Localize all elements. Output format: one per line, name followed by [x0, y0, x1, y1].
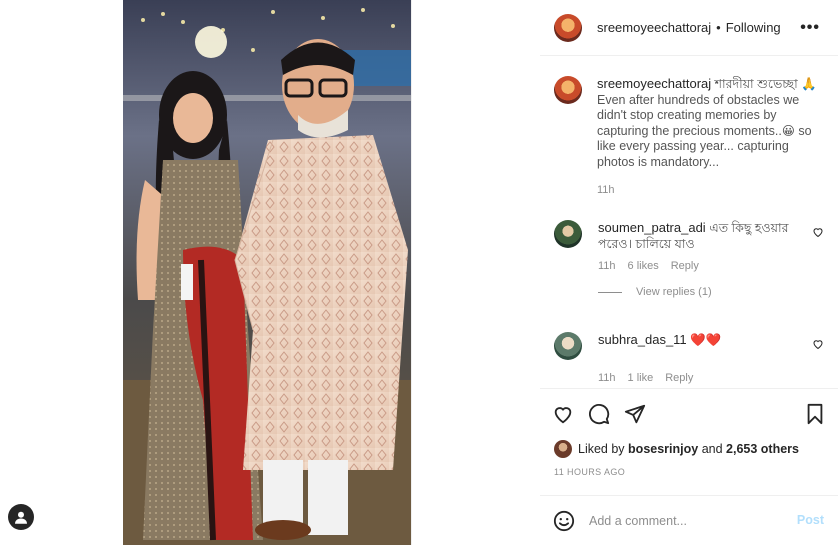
caption-username[interactable]: sreemoyeechattoraj	[597, 76, 711, 91]
photo-illustration	[123, 0, 411, 545]
reply-button[interactable]: Reply	[671, 260, 699, 272]
comment-item: soumen_patra_adi এত কিছু হওয়ার পরেও। চা…	[554, 220, 838, 298]
caption: sreemoyeechattoraj শারদীয়া শুভেচ্ছা 🙏 E…	[554, 76, 830, 196]
comment-meta: 11h 6 likes Reply	[598, 260, 838, 272]
separator-dot: •	[716, 20, 721, 35]
avatar[interactable]	[554, 332, 582, 360]
comment-text: subhra_das_11 ❤️❤️	[598, 332, 808, 360]
post-timestamp[interactable]: 11 HOURS AGO	[554, 467, 625, 477]
view-replies-button[interactable]: View replies (1)	[598, 286, 838, 298]
post-button[interactable]: Post	[797, 513, 824, 527]
caption-text: sreemoyeechattoraj শারদীয়া শুভেচ্ছা 🙏 E…	[597, 76, 827, 170]
person-icon	[15, 511, 27, 524]
likes-and: and	[701, 442, 723, 456]
comment-item: subhra_das_11 ❤️❤️ 11h 1 like Reply	[554, 332, 838, 384]
heart-icon[interactable]	[812, 226, 824, 238]
post-header: sreemoyeechattoraj • Following •••	[540, 0, 838, 56]
comment-input[interactable]	[589, 513, 789, 528]
replies-line	[598, 291, 622, 293]
add-comment-bar: Post	[540, 495, 838, 545]
comment-time[interactable]: 11h	[598, 372, 616, 384]
comment-username[interactable]: soumen_patra_adi	[598, 220, 706, 235]
emoji-icon[interactable]	[553, 510, 575, 532]
reply-button[interactable]: Reply	[665, 372, 693, 384]
following-button[interactable]: Following	[726, 20, 781, 35]
avatar[interactable]	[554, 440, 572, 458]
account-icon[interactable]	[8, 504, 34, 530]
backdrop	[0, 0, 123, 545]
panel-divider	[411, 0, 412, 545]
comment-username[interactable]: subhra_das_11	[598, 332, 687, 347]
comment-meta: 11h 1 like Reply	[598, 372, 838, 384]
comment-likes[interactable]: 1 like	[628, 372, 654, 384]
post-image[interactable]	[123, 0, 411, 545]
likes-others[interactable]: 2,653 others	[726, 442, 799, 456]
comment-likes[interactable]: 6 likes	[628, 260, 659, 272]
caption-time[interactable]: 11h	[597, 184, 827, 196]
liked-by-user[interactable]: bosesrinjoy	[628, 442, 698, 456]
more-icon[interactable]: •••	[800, 19, 820, 37]
comment-icon[interactable]	[588, 403, 610, 425]
post-sidebar: sreemoyeechattoraj • Following ••• sreem…	[540, 0, 838, 545]
bookmark-icon[interactable]	[804, 403, 826, 425]
view-replies-label: View replies (1)	[636, 286, 712, 298]
avatar[interactable]	[554, 13, 582, 42]
avatar[interactable]	[554, 76, 582, 104]
likes-prefix: Liked by	[578, 442, 625, 456]
comment-time[interactable]: 11h	[598, 260, 616, 272]
author-username[interactable]: sreemoyeechattoraj	[597, 20, 711, 35]
action-bar	[540, 388, 838, 438]
comment-text: soumen_patra_adi এত কিছু হওয়ার পরেও। চা…	[598, 220, 808, 252]
avatar[interactable]	[554, 220, 582, 248]
likes-summary: Liked by bosesrinjoy and 2,653 others	[554, 440, 799, 458]
heart-icon[interactable]	[812, 338, 824, 350]
heart-icon[interactable]	[552, 403, 574, 425]
share-icon[interactable]	[624, 403, 646, 425]
comment-body: ❤️❤️	[690, 333, 722, 347]
post-modal: sreemoyeechattoraj • Following ••• sreem…	[0, 0, 838, 545]
